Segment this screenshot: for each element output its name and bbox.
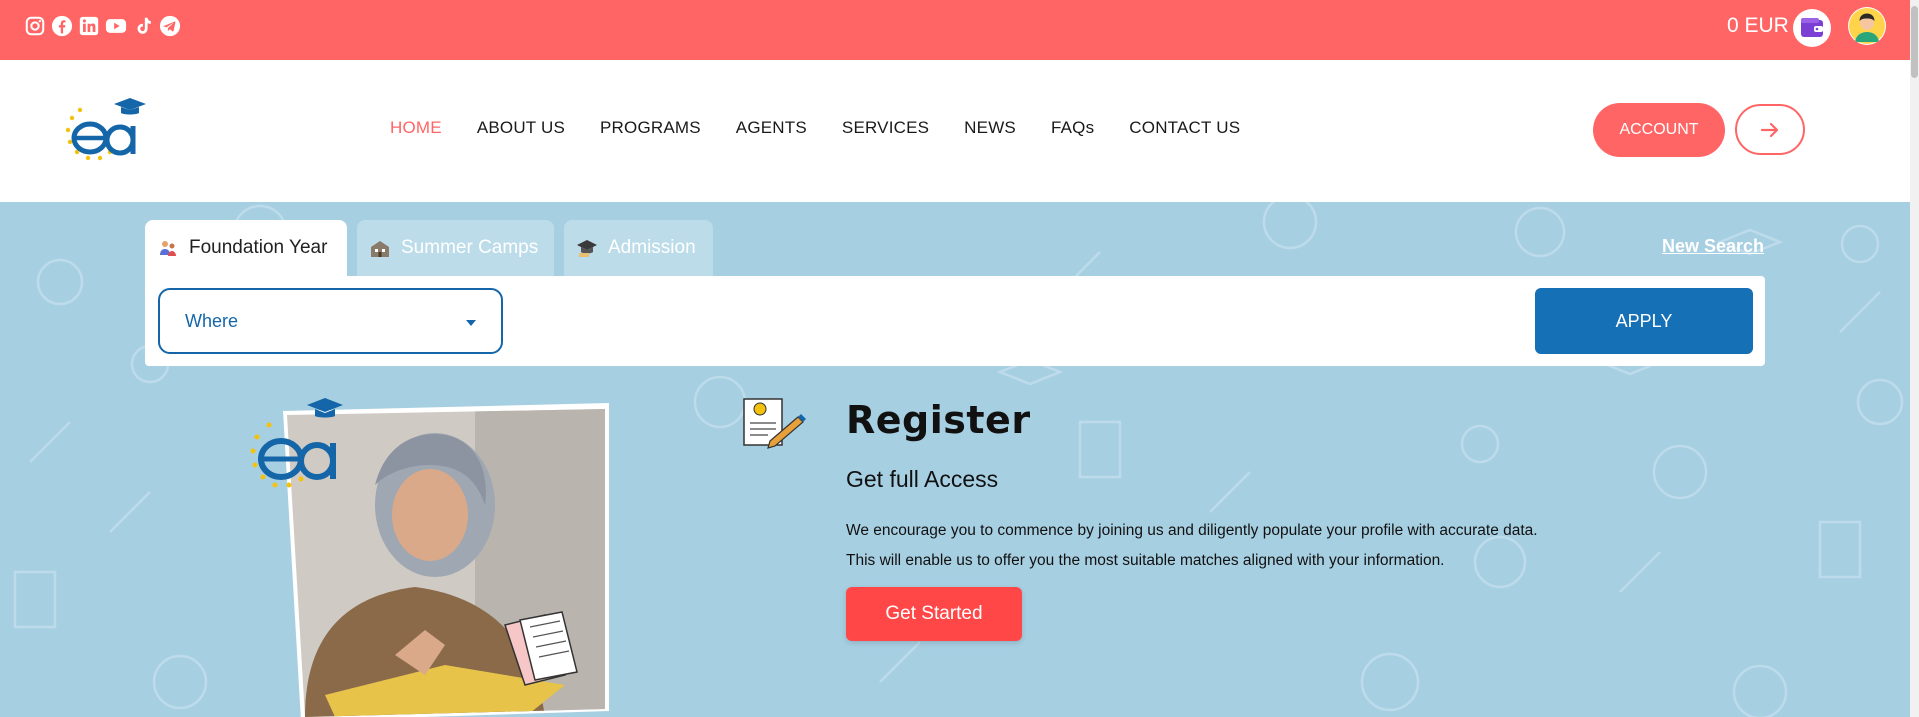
nav-services[interactable]: SERVICES: [842, 118, 929, 138]
students-icon: [160, 241, 176, 256]
tiktok-icon[interactable]: [132, 15, 154, 37]
linkedin-icon[interactable]: [78, 15, 100, 37]
nav-news[interactable]: NEWS: [964, 118, 1016, 138]
youtube-icon[interactable]: [105, 15, 127, 37]
wallet-button[interactable]: [1793, 9, 1831, 47]
site-logo[interactable]: [62, 90, 152, 170]
tab-summer-camps[interactable]: Summer Camps: [357, 220, 554, 276]
get-started-button[interactable]: Get Started: [846, 587, 1022, 641]
scrollbar-thumb[interactable]: [1911, 6, 1918, 78]
apply-button[interactable]: APPLY: [1535, 288, 1753, 354]
nav-programs[interactable]: PROGRAMS: [600, 118, 701, 138]
nav-agents[interactable]: AGENTS: [736, 118, 807, 138]
caret-down-icon: [466, 320, 476, 326]
nav-faqs[interactable]: FAQs: [1051, 118, 1094, 138]
school-building-icon: [371, 241, 389, 257]
tab-label: Summer Camps: [401, 237, 539, 258]
social-links: [24, 15, 181, 37]
facebook-icon[interactable]: [51, 15, 73, 37]
nav-home[interactable]: HOME: [390, 118, 442, 138]
tab-label: Admission: [608, 237, 696, 258]
nav-contact-us[interactable]: CONTACT US: [1129, 118, 1240, 138]
login-button[interactable]: [1735, 104, 1805, 155]
tab-admission[interactable]: Admission: [564, 220, 713, 276]
tab-foundation-year[interactable]: Foundation Year: [145, 220, 347, 276]
account-button[interactable]: ACCOUNT: [1593, 103, 1725, 157]
where-dropdown[interactable]: Where: [158, 288, 503, 354]
new-search-link[interactable]: New Search: [1662, 236, 1764, 257]
top-bar: 0 EUR: [0, 0, 1910, 60]
main-nav: HOME ABOUT US PROGRAMS AGENTS SERVICES N…: [390, 118, 1275, 138]
telegram-icon[interactable]: [159, 15, 181, 37]
register-description: We encourage you to commence by joining …: [846, 522, 1538, 569]
student-photo: [245, 395, 625, 717]
user-avatar[interactable]: [1848, 7, 1886, 45]
register-form-icon: [740, 395, 806, 450]
tab-label: Foundation Year: [189, 237, 328, 258]
where-label: Where: [185, 310, 239, 331]
user-icon: [1849, 8, 1885, 44]
wallet-icon: [1801, 18, 1823, 37]
graduation-cap-icon: [577, 240, 597, 257]
nav-about-us[interactable]: ABOUT US: [477, 118, 565, 138]
wallet-balance: 0 EUR: [1727, 14, 1789, 37]
arrow-right-icon: [1760, 122, 1779, 137]
register-title: Register: [846, 398, 1031, 442]
instagram-icon[interactable]: [24, 15, 46, 37]
page-scrollbar[interactable]: [1910, 0, 1919, 717]
register-subtitle: Get full Access: [846, 466, 999, 492]
